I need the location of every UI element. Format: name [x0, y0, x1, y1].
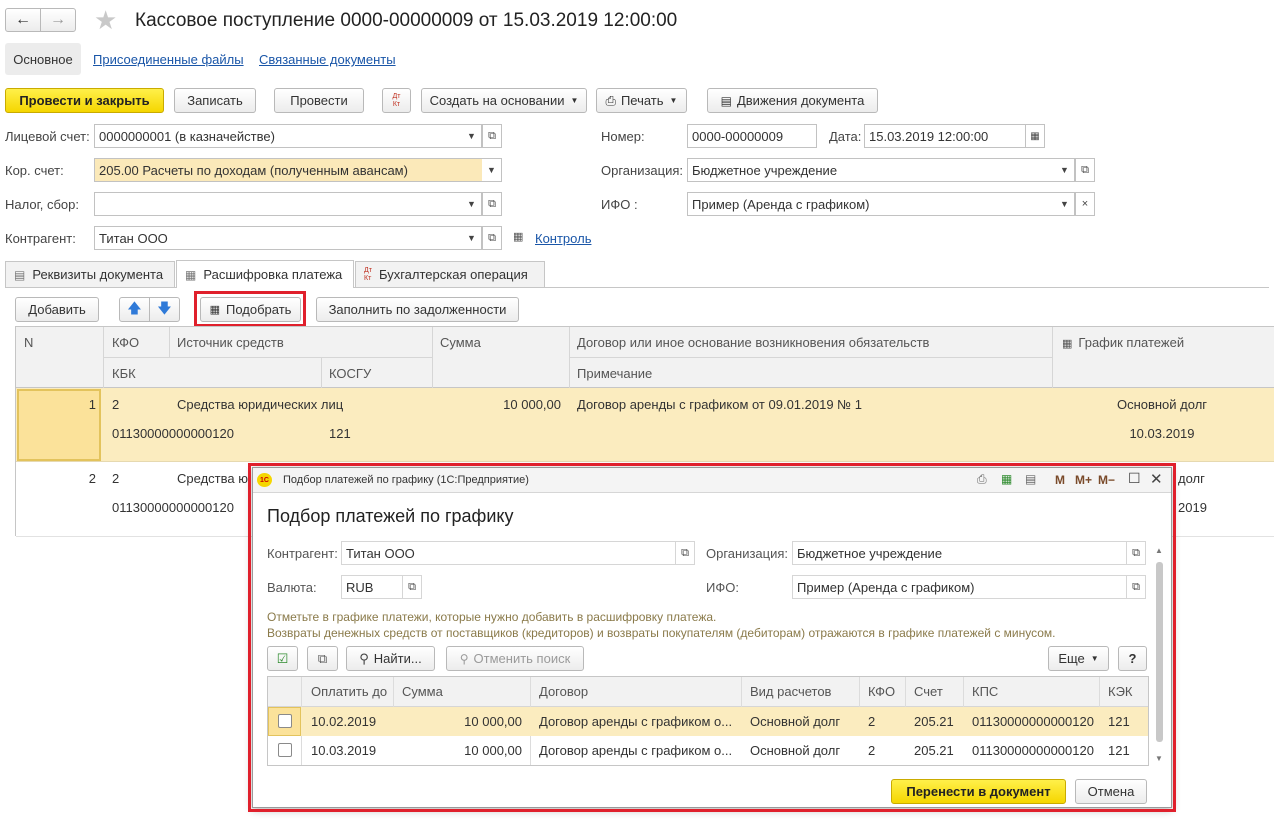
org-field[interactable]: Бюджетное учреждение: [687, 158, 1056, 182]
date-field[interactable]: 15.03.2019 12:00:00: [864, 124, 1026, 148]
tab-payment-breakdown[interactable]: ▦ Расшифровка платежа: [176, 260, 354, 288]
row1-kbk: 01130000000000120: [112, 426, 234, 441]
row2-schedule: долг: [1178, 471, 1205, 486]
tax-label: Налог, сбор:: [5, 197, 79, 212]
col-n[interactable]: N: [24, 335, 33, 350]
dt-kt-button[interactable]: Дт Кт: [382, 88, 411, 113]
move-up-button[interactable]: 🡅: [119, 297, 150, 322]
row1-schedule: Основной долг: [1116, 397, 1208, 412]
move-down-button[interactable]: 🡇: [149, 297, 180, 322]
col-kbk[interactable]: КБК: [112, 366, 136, 381]
arrow-up-icon: 🡅: [127, 299, 142, 316]
account-label: Лицевой счет:: [5, 129, 90, 144]
kor-account-dropdown-icon[interactable]: ▼: [482, 158, 502, 182]
row2-kbk: 01130000000000120: [112, 500, 234, 515]
dialog-highlight: [248, 463, 1176, 812]
dt-kt-icon: Дт Кт: [392, 92, 401, 108]
org-open-icon[interactable]: ⧉: [1075, 158, 1095, 182]
counterparty-open-icon[interactable]: ⧉: [482, 226, 502, 250]
document-icon: ▤: [14, 267, 26, 282]
row1-kfo: 2: [112, 397, 120, 412]
nav-tab-files[interactable]: Присоединенные файлы: [93, 52, 244, 67]
col-contract[interactable]: Договор или иное основание возникновения…: [577, 335, 929, 350]
create-based-on-button[interactable]: Создать на основании ▼: [421, 88, 587, 113]
counterparty-field[interactable]: Титан ООО: [94, 226, 463, 250]
nav-tab-main[interactable]: Основное: [5, 43, 81, 75]
calendar-icon: ▦: [513, 231, 524, 243]
back-button[interactable]: ←: [5, 8, 41, 32]
dt-kt-icon: Дт Кт: [364, 266, 372, 282]
account-field[interactable]: 0000000001 (в казначействе): [94, 124, 463, 148]
col-kosgu[interactable]: КОСГУ: [329, 366, 371, 381]
col-note[interactable]: Примечание: [577, 366, 652, 381]
counterparty-dropdown-icon[interactable]: ▼: [462, 226, 482, 250]
kor-account-field[interactable]: 205.00 Расчеты по доходам (полученным ав…: [94, 158, 483, 182]
arrow-right-icon: →: [50, 11, 66, 28]
tax-dropdown-icon[interactable]: ▼: [462, 192, 482, 216]
col-kfo[interactable]: КФО: [112, 335, 139, 350]
ifo-dropdown-icon[interactable]: ▼: [1055, 192, 1075, 216]
calendar-icon: ▦: [1062, 338, 1073, 350]
kor-account-label: Кор. счет:: [5, 163, 64, 178]
ifo-field[interactable]: Пример (Аренда с графиком): [687, 192, 1056, 216]
row1-kosgu: 121: [329, 426, 351, 441]
tax-field[interactable]: [94, 192, 463, 216]
window-title: Кассовое поступление 0000-00000009 от 15…: [135, 10, 678, 31]
row1-source: Средства юридических лиц: [177, 397, 344, 412]
add-button[interactable]: Добавить: [15, 297, 99, 322]
movements-icon: ▤: [720, 93, 732, 108]
favorite-star-icon[interactable]: ★: [94, 5, 117, 36]
col-sum[interactable]: Сумма: [440, 335, 481, 350]
account-open-icon[interactable]: ⧉: [482, 124, 502, 148]
forward-button[interactable]: →: [40, 8, 76, 32]
col-schedule[interactable]: ▦ График платежей: [1062, 335, 1184, 350]
tax-open-icon[interactable]: ⧉: [482, 192, 502, 216]
row2-date: 2019: [1178, 500, 1207, 515]
ifo-label: ИФО :: [601, 197, 638, 212]
row1-sum: 10 000,00: [503, 397, 561, 412]
arrow-down-icon: 🡇: [157, 299, 172, 316]
control-link[interactable]: Контроль: [535, 231, 591, 246]
org-label: Организация:: [601, 163, 684, 178]
number-field[interactable]: 0000-00000009: [687, 124, 817, 148]
row1-date: 10.03.2019: [1129, 426, 1195, 441]
date-calendar-icon[interactable]: ▦: [1025, 124, 1045, 148]
arrow-left-icon: ←: [15, 11, 31, 28]
save-button[interactable]: Записать: [174, 88, 256, 113]
org-dropdown-icon[interactable]: ▼: [1055, 158, 1075, 182]
dropdown-icon: ▼: [669, 96, 678, 105]
document-movements-button[interactable]: ▤ Движения документа: [707, 88, 878, 113]
nav-tab-related[interactable]: Связанные документы: [259, 52, 396, 67]
date-label: Дата:: [829, 129, 862, 144]
row1-n: 1: [88, 397, 96, 412]
number-label: Номер:: [601, 129, 645, 144]
row2-n: 2: [88, 471, 96, 486]
row1-contract: Договор аренды с графиком от 09.01.2019 …: [577, 397, 862, 412]
tab-doc-details[interactable]: ▤ Реквизиты документа: [5, 261, 175, 287]
print-button[interactable]: ⎙ Печать ▼: [596, 88, 687, 113]
post-button[interactable]: Провести: [274, 88, 364, 113]
tab-accounting-operation[interactable]: Дт Кт Бухгалтерская операция: [355, 261, 545, 287]
col-source[interactable]: Источник средств: [177, 335, 284, 350]
dropdown-icon: ▼: [570, 96, 579, 105]
row2-source: Средства ю: [177, 471, 248, 486]
post-and-close-button[interactable]: Провести и закрыть: [5, 88, 164, 113]
table-icon: ▦: [185, 267, 197, 282]
account-dropdown-icon[interactable]: ▼: [462, 124, 482, 148]
counterparty-label: Контрагент:: [5, 231, 76, 246]
fill-by-debt-button[interactable]: Заполнить по задолженности: [316, 297, 519, 322]
row2-kfo: 2: [112, 471, 120, 486]
printer-icon: ⎙: [605, 92, 616, 108]
ifo-clear-icon[interactable]: ×: [1075, 192, 1095, 216]
select-button-highlight: [194, 291, 306, 327]
